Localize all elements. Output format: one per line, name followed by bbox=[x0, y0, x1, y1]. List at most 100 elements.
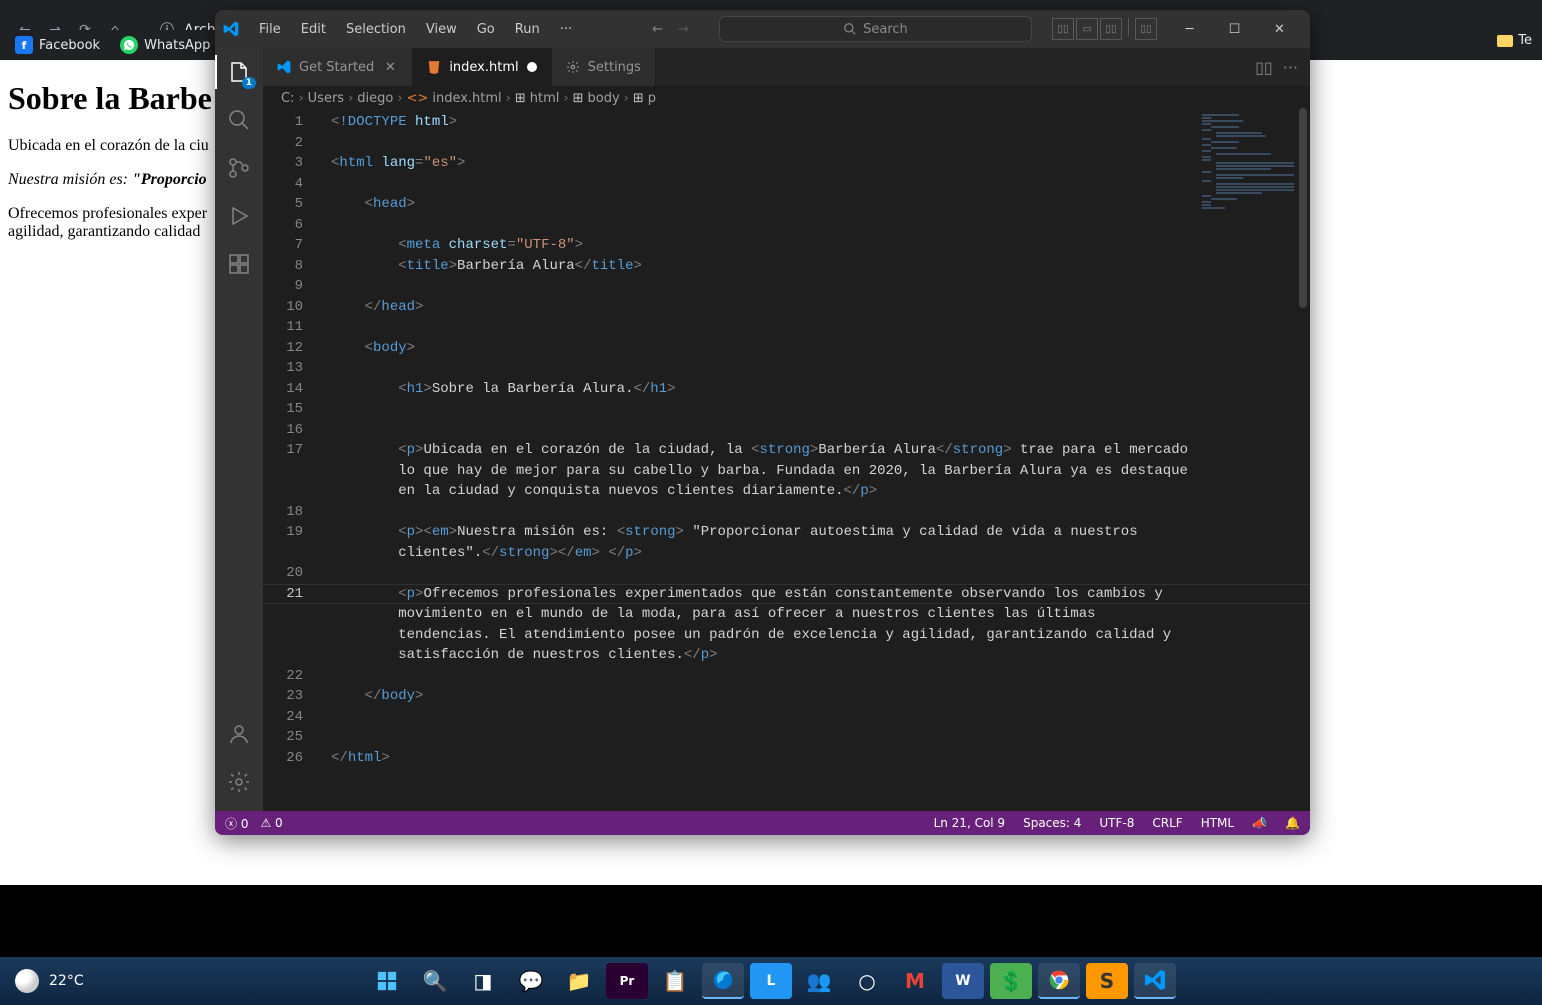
debug-icon[interactable] bbox=[225, 202, 253, 230]
breadcrumb-item[interactable]: p bbox=[648, 91, 656, 106]
maximize-button[interactable]: ☐ bbox=[1212, 13, 1257, 45]
breadcrumb-item[interactable]: body bbox=[588, 91, 620, 106]
activity-bar: 1 bbox=[215, 48, 263, 811]
accounts-icon[interactable] bbox=[225, 720, 253, 748]
breadcrumb-item[interactable]: index.html bbox=[432, 91, 501, 106]
search-icon[interactable] bbox=[225, 106, 253, 134]
vscode-logo-icon bbox=[223, 21, 239, 37]
minimize-button[interactable]: ─ bbox=[1167, 13, 1212, 45]
app-button[interactable]: L bbox=[750, 963, 792, 999]
weather-widget[interactable]: 22°C bbox=[15, 969, 84, 993]
layout-icon[interactable]: ▯▯ bbox=[1135, 18, 1157, 40]
explorer-badge: 1 bbox=[242, 77, 256, 89]
menu-more[interactable]: ··· bbox=[550, 18, 582, 41]
bookmark-label: Te bbox=[1518, 33, 1532, 48]
close-button[interactable]: ✕ bbox=[1257, 13, 1302, 45]
chat-button[interactable]: 💬 bbox=[510, 963, 552, 999]
errors-count[interactable]: ⓧ 0 bbox=[225, 815, 248, 832]
symbol-icon: ⊞ bbox=[633, 91, 644, 106]
html-file-icon bbox=[427, 60, 441, 74]
breadcrumb-item[interactable]: C: bbox=[281, 91, 294, 106]
menu-bar: File Edit Selection View Go Run ··· bbox=[249, 18, 582, 41]
bookmark-label: WhatsApp bbox=[144, 38, 210, 53]
app-button[interactable]: 👥 bbox=[798, 963, 840, 999]
code-content[interactable]: <!DOCTYPE html><html lang="es"> <head> <… bbox=[323, 110, 1310, 811]
command-center-search[interactable]: Search bbox=[719, 16, 1032, 42]
bookmark-whatsapp[interactable]: WhatsApp bbox=[120, 36, 210, 54]
status-bar: ⓧ 0 ⚠ 0 Ln 21, Col 9 Spaces: 4 UTF-8 CRL… bbox=[215, 811, 1310, 835]
vscode-icon bbox=[277, 60, 291, 74]
search-icon bbox=[843, 22, 857, 36]
start-button[interactable] bbox=[366, 963, 408, 999]
layout-icon[interactable]: ▯▯ bbox=[1100, 18, 1122, 40]
more-icon[interactable]: ··· bbox=[1283, 58, 1298, 77]
task-view-button[interactable]: ◨ bbox=[462, 963, 504, 999]
breadcrumb-item[interactable]: Users bbox=[308, 91, 344, 106]
paragraph-text: Ofrecemos profesionales exper bbox=[8, 205, 207, 222]
title-nav: ← → bbox=[652, 22, 689, 37]
nav-back-icon[interactable]: ← bbox=[652, 22, 663, 37]
search-button[interactable]: 🔍 bbox=[414, 963, 456, 999]
menu-go[interactable]: Go bbox=[467, 18, 505, 41]
language-mode[interactable]: HTML bbox=[1201, 816, 1234, 830]
window-controls: ─ ☐ ✕ bbox=[1167, 13, 1302, 45]
menu-view[interactable]: View bbox=[416, 18, 467, 41]
weather-icon bbox=[15, 969, 39, 993]
gmail-button[interactable]: M bbox=[894, 963, 936, 999]
breadcrumb-item[interactable]: diego bbox=[357, 91, 393, 106]
word-button[interactable]: W bbox=[942, 963, 984, 999]
modified-icon bbox=[527, 62, 537, 72]
breadcrumb[interactable]: C:› Users› diego› <> index.html› ⊞ html›… bbox=[263, 86, 1310, 110]
tab-settings[interactable]: Settings bbox=[552, 48, 656, 86]
tab-label: index.html bbox=[449, 60, 518, 75]
gear-icon bbox=[566, 60, 580, 74]
menu-file[interactable]: File bbox=[249, 18, 291, 41]
extensions-icon[interactable] bbox=[225, 250, 253, 278]
nav-forward-icon[interactable]: → bbox=[678, 22, 689, 37]
source-control-icon[interactable] bbox=[225, 154, 253, 182]
cursor-position[interactable]: Ln 21, Col 9 bbox=[934, 816, 1006, 830]
symbol-icon: ⊞ bbox=[515, 91, 526, 106]
feedback-icon[interactable]: 📣 bbox=[1252, 816, 1267, 830]
breadcrumb-item[interactable]: html bbox=[530, 91, 560, 106]
vscode-button[interactable] bbox=[1134, 963, 1176, 999]
explorer-button[interactable]: 📁 bbox=[558, 963, 600, 999]
tab-label: Settings bbox=[588, 60, 641, 75]
bookmark-facebook[interactable]: f Facebook bbox=[15, 36, 100, 54]
app-button[interactable]: 💲 bbox=[990, 963, 1032, 999]
search-placeholder: Search bbox=[863, 22, 908, 37]
minimap[interactable] bbox=[1198, 110, 1298, 270]
warnings-count[interactable]: ⚠ 0 bbox=[260, 816, 282, 830]
code-editor[interactable]: 1234567891011121314151617181920212223242… bbox=[263, 110, 1310, 811]
menu-selection[interactable]: Selection bbox=[336, 18, 416, 41]
explorer-icon[interactable]: 1 bbox=[225, 58, 253, 86]
split-editor-icon[interactable]: ▯▯ bbox=[1255, 58, 1273, 77]
edge-button[interactable] bbox=[702, 963, 744, 999]
sublime-button[interactable]: S bbox=[1086, 963, 1128, 999]
vscode-titlebar: File Edit Selection View Go Run ··· ← → … bbox=[215, 10, 1310, 48]
bookmark-te[interactable]: Te bbox=[1497, 33, 1532, 48]
menu-edit[interactable]: Edit bbox=[291, 18, 336, 41]
whatsapp-icon bbox=[120, 36, 138, 54]
close-icon[interactable]: ✕ bbox=[382, 59, 398, 75]
app-button[interactable]: 📋 bbox=[654, 963, 696, 999]
notifications-icon[interactable]: 🔔 bbox=[1285, 816, 1300, 830]
menu-run[interactable]: Run bbox=[505, 18, 550, 41]
eol-info[interactable]: CRLF bbox=[1152, 816, 1182, 830]
layout-icon[interactable]: ▭ bbox=[1076, 18, 1098, 40]
tab-get-started[interactable]: Get Started ✕ bbox=[263, 48, 413, 86]
layout-controls[interactable]: ▯▯ ▭ ▯▯ ▯▯ bbox=[1052, 18, 1157, 40]
premiere-button[interactable]: Pr bbox=[606, 963, 648, 999]
cortana-button[interactable]: ○ bbox=[846, 963, 888, 999]
layout-icon[interactable]: ▯▯ bbox=[1052, 18, 1074, 40]
encoding-info[interactable]: UTF-8 bbox=[1099, 816, 1134, 830]
vertical-scrollbar[interactable] bbox=[1296, 108, 1310, 811]
settings-icon[interactable] bbox=[225, 768, 253, 796]
paragraph-text: agilidad, garantizando calidad bbox=[8, 223, 200, 240]
vscode-window: File Edit Selection View Go Run ··· ← → … bbox=[215, 10, 1310, 835]
weather-temp: 22°C bbox=[49, 973, 84, 989]
chrome-button[interactable] bbox=[1038, 963, 1080, 999]
line-numbers: 1234567891011121314151617181920212223242… bbox=[263, 110, 323, 811]
tab-index-html[interactable]: index.html bbox=[413, 48, 551, 86]
indent-info[interactable]: Spaces: 4 bbox=[1023, 816, 1081, 830]
